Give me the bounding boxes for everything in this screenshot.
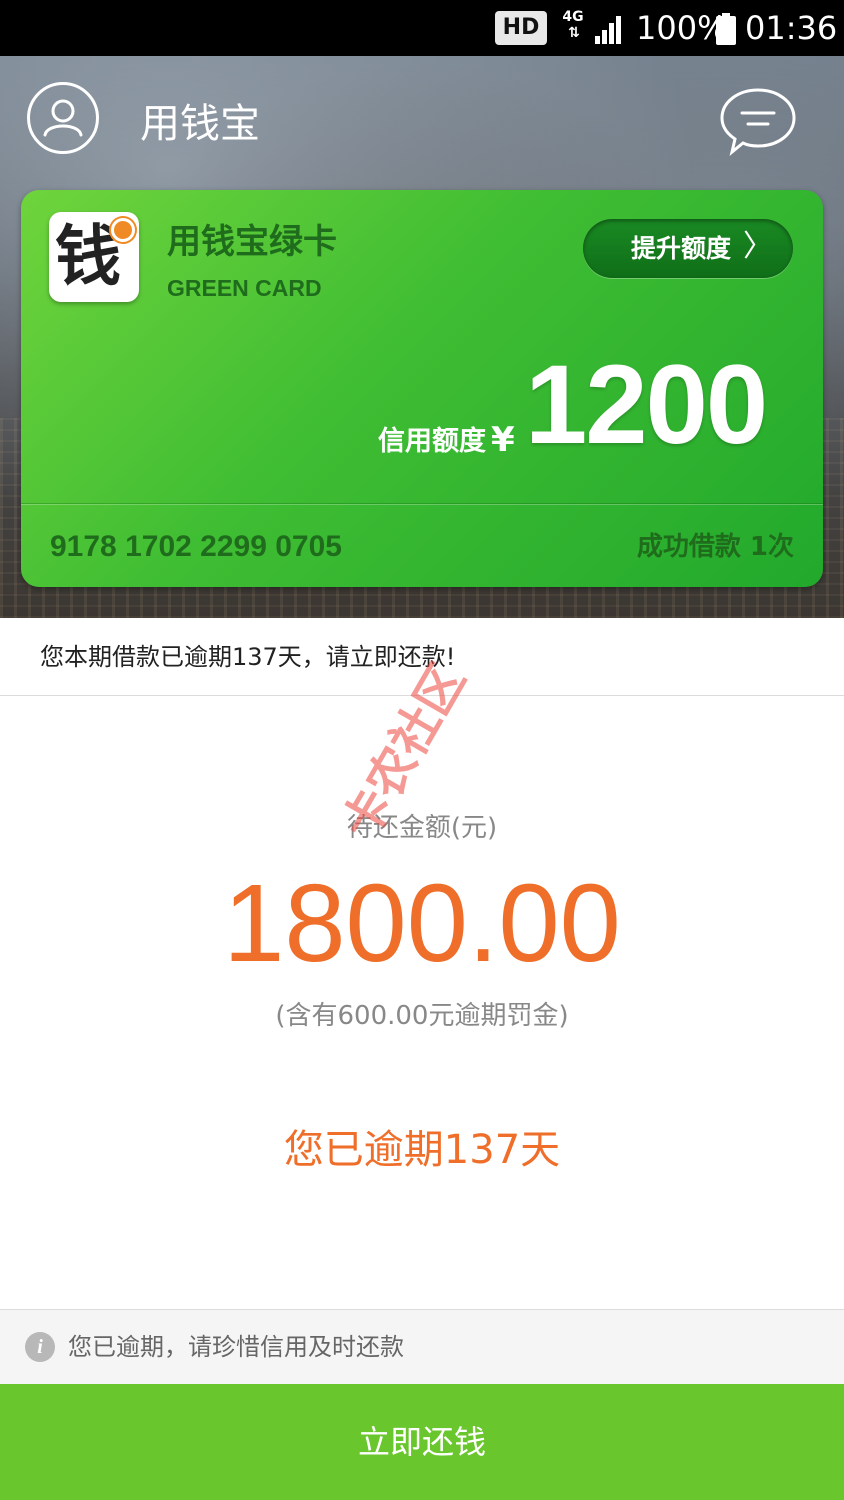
avatar-button[interactable] [27, 82, 99, 154]
status-bar: HD 4G ⇅ 100% 01:36 [0, 0, 844, 56]
amount-due-label: 待还金额(元) [346, 813, 498, 843]
upgrade-limit-button[interactable]: 提升额度 〉 [583, 219, 793, 278]
amount-due-value: 1800.00 [223, 862, 621, 985]
app-title: 用钱宝 [140, 101, 260, 147]
card-number: 9178 1702 2299 0705 [50, 530, 342, 563]
repay-now-button[interactable]: 立即还钱 [0, 1384, 844, 1500]
info-icon: i [25, 1332, 55, 1362]
credit-limit-value: 1200 [525, 342, 768, 467]
card-name: 用钱宝绿卡 [167, 222, 337, 262]
battery-percent: 100% [636, 9, 728, 47]
overdue-notice: 您本期借款已逾期137天，请立即还款! [0, 618, 844, 696]
network-type-indicator: 4G ⇅ [560, 10, 586, 46]
penalty-note: (含有600.00元逾期罚金) [275, 1001, 569, 1031]
user-icon [43, 99, 83, 137]
card-subtitle: GREEN CARD [167, 275, 322, 301]
successful-loan-count: 成功借款 1次 [636, 532, 794, 562]
signal-icon [595, 16, 621, 44]
data-arrows-icon: ⇅ [568, 25, 580, 41]
battery-icon [716, 13, 736, 45]
hd-badge: HD [495, 11, 547, 45]
chevron-right-icon: 〉 [743, 229, 773, 264]
tip-text: 您已逾期，请珍惜信用及时还款 [68, 1333, 404, 1361]
card-logo: 钱 [49, 212, 139, 302]
message-button[interactable] [718, 86, 798, 158]
clock: 01:36 [745, 9, 838, 47]
coin-icon [111, 218, 135, 242]
overdue-notice-text: 您本期借款已逾期137天，请立即还款! [40, 643, 456, 671]
overdue-days: 您已逾期137天 [283, 1127, 561, 1173]
card-divider [21, 503, 823, 504]
upgrade-limit-label: 提升额度 [631, 234, 732, 263]
credit-limit-label: 信用额度 [378, 426, 486, 457]
currency-symbol: ¥ [491, 420, 515, 460]
green-card[interactable]: 钱 用钱宝绿卡 GREEN CARD 提升额度 〉 信用额度 ¥ 1200 91… [21, 190, 823, 587]
message-icon [720, 88, 796, 156]
tip-bar: i 您已逾期，请珍惜信用及时还款 [0, 1309, 844, 1384]
network-type-label: 4G [562, 9, 584, 25]
